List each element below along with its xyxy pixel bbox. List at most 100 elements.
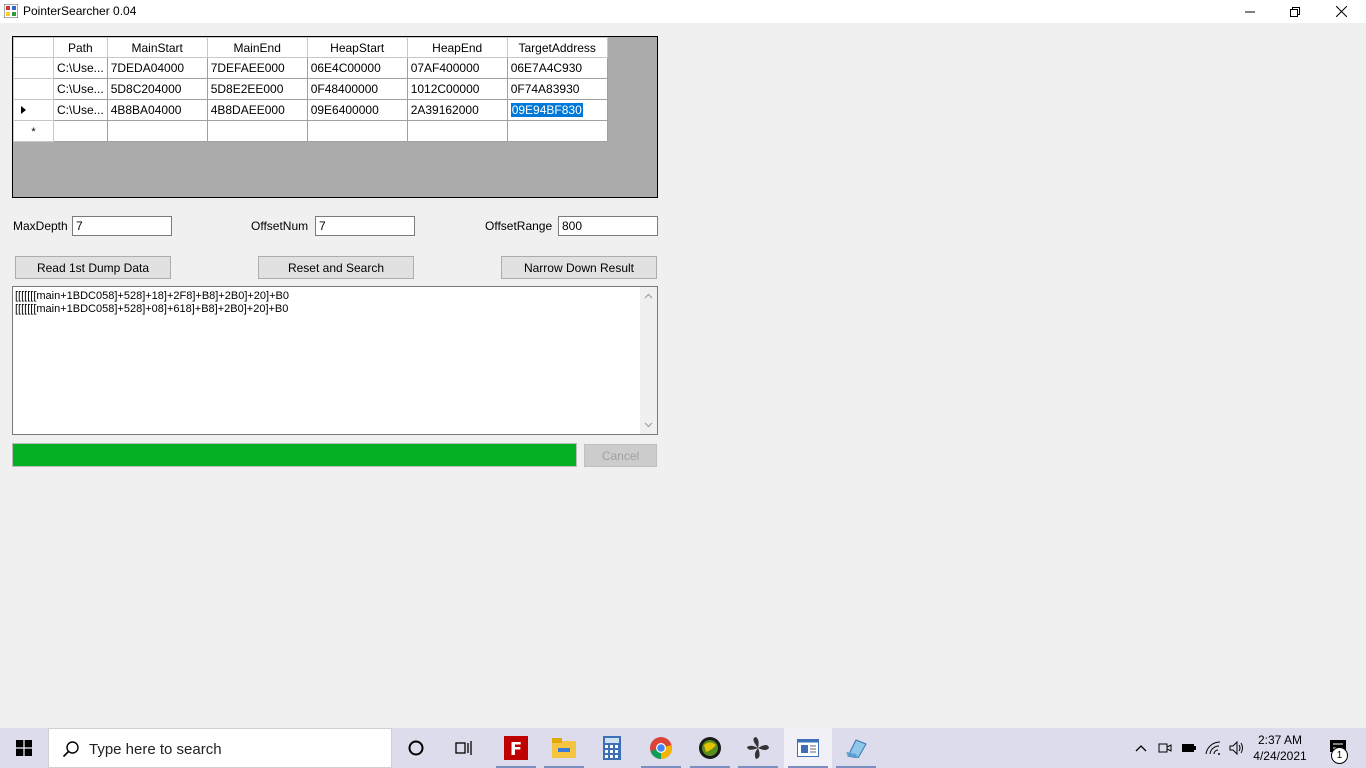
start-button[interactable] xyxy=(0,728,48,768)
new-row[interactable]: * xyxy=(13,120,608,142)
title-bar: PointerSearcher 0.04 xyxy=(0,0,1366,23)
task-view-button[interactable] xyxy=(440,728,488,768)
calculator-icon xyxy=(603,736,621,760)
search-progress-bar xyxy=(12,443,577,467)
grid-cell[interactable] xyxy=(53,120,108,142)
windows-logo-icon xyxy=(16,740,32,756)
taskbar-app-fan[interactable] xyxy=(734,728,782,768)
dump-data-grid[interactable]: Path MainStart MainEnd HeapStart HeapEnd… xyxy=(12,36,658,198)
grid-cell[interactable]: 7DEDA04000 xyxy=(106,57,208,79)
cortana-button[interactable] xyxy=(392,728,440,768)
column-header-mainend[interactable]: MainEnd xyxy=(206,37,308,58)
reset-and-search-button[interactable]: Reset and Search xyxy=(258,256,414,279)
grid-cell[interactable] xyxy=(106,120,208,142)
grid-cell[interactable]: 4B8DAEE000 xyxy=(206,99,308,121)
battery-icon xyxy=(1182,744,1196,752)
grid-cell[interactable]: C:\Use... xyxy=(53,57,108,79)
taskbar-search-box[interactable]: Type here to search xyxy=(48,728,392,768)
cancel-button[interactable]: Cancel xyxy=(584,444,657,467)
taskbar: Type here to search F 2:37 AM 4/24/2021 xyxy=(0,728,1366,768)
search-icon xyxy=(62,741,79,758)
grid-cell[interactable]: 7DEFAEE000 xyxy=(206,57,308,79)
grid-cell[interactable] xyxy=(306,120,408,142)
offset-num-input[interactable] xyxy=(315,216,415,236)
restore-button[interactable] xyxy=(1272,0,1318,23)
row-header[interactable] xyxy=(13,57,54,79)
taskbar-app-file-explorer[interactable] xyxy=(540,728,588,768)
tray-volume[interactable] xyxy=(1226,728,1248,768)
camera-icon xyxy=(1158,743,1172,753)
grid-cell[interactable]: 06E7A4C930 xyxy=(506,57,608,79)
taskbar-clock[interactable]: 2:37 AM 4/24/2021 xyxy=(1246,732,1314,764)
grid-cell[interactable]: C:\Use... xyxy=(53,78,108,100)
scroll-down-icon[interactable] xyxy=(644,420,653,429)
restore-icon xyxy=(1290,6,1300,17)
result-line: [[[[[[[main+1BDC058]+528]+08]+618]+B8]+2… xyxy=(15,303,289,315)
app-icon xyxy=(4,4,18,18)
tray-battery[interactable] xyxy=(1178,728,1200,768)
grid-cell[interactable]: 06E4C00000 xyxy=(306,57,408,79)
grid-cell[interactable]: 0F74A83930 xyxy=(506,78,608,100)
grid-cell[interactable]: 07AF400000 xyxy=(406,57,508,79)
offset-num-label: OffsetNum xyxy=(251,219,309,233)
grid-cell[interactable] xyxy=(506,120,608,142)
row-header[interactable] xyxy=(13,78,54,100)
taskbar-app-chrome[interactable] xyxy=(637,728,685,768)
read-dump-button[interactable]: Read 1st Dump Data xyxy=(15,256,171,279)
table-row-current[interactable]: C:\Use... 4B8BA04000 4B8DAEE000 09E64000… xyxy=(13,99,608,121)
grid-cell-editing[interactable]: 09E94BF830 xyxy=(506,99,608,121)
grid-cell[interactable]: 5D8E2EE000 xyxy=(206,78,308,100)
new-row-marker: * xyxy=(31,126,36,138)
taskbar-app-pointersearcher[interactable] xyxy=(784,728,832,768)
grid-cell[interactable]: 0F48400000 xyxy=(306,78,408,100)
tray-network[interactable] xyxy=(1202,728,1224,768)
result-scrollbar[interactable] xyxy=(640,287,657,434)
close-icon xyxy=(1335,6,1347,17)
current-row-arrow-icon xyxy=(21,106,26,114)
offset-range-input[interactable] xyxy=(558,216,658,236)
taskbar-app-eraser[interactable] xyxy=(832,728,880,768)
narrow-down-button[interactable]: Narrow Down Result xyxy=(501,256,657,279)
table-row[interactable]: C:\Use... 5D8C204000 5D8E2EE000 0F484000… xyxy=(13,78,608,100)
close-button[interactable] xyxy=(1318,0,1364,23)
chrome-icon xyxy=(650,737,672,759)
svg-text:F: F xyxy=(510,739,522,760)
grid-cell[interactable]: 09E6400000 xyxy=(306,99,408,121)
column-header-heapstart[interactable]: HeapStart xyxy=(306,37,408,58)
taskbar-app-calculator[interactable] xyxy=(588,728,636,768)
grid-cell[interactable]: 2A39162000 xyxy=(406,99,508,121)
selected-cell-text[interactable]: 09E94BF830 xyxy=(510,103,583,117)
grid-cell[interactable]: 5D8C204000 xyxy=(106,78,208,100)
grid-cell[interactable]: C:\Use... xyxy=(53,99,108,121)
progress-fill xyxy=(13,444,576,466)
grid-cell[interactable] xyxy=(206,120,308,142)
result-textbox[interactable]: [[[[[[[main+1BDC058]+528]+18]+2F8]+B8]+2… xyxy=(12,286,658,435)
filezilla-icon: F xyxy=(504,736,528,760)
table-row[interactable]: C:\Use... 7DEDA04000 7DEFAEE000 06E4C000… xyxy=(13,57,608,79)
grid-corner-cell[interactable] xyxy=(13,37,54,58)
grid-header-row: Path MainStart MainEnd HeapStart HeapEnd… xyxy=(13,37,608,58)
result-lines: [[[[[[[main+1BDC058]+528]+18]+2F8]+B8]+2… xyxy=(15,290,289,316)
column-header-path[interactable]: Path xyxy=(53,37,108,58)
eraser-icon xyxy=(846,739,867,758)
column-header-targetaddress[interactable]: TargetAddress xyxy=(506,37,608,58)
column-header-heapend[interactable]: HeapEnd xyxy=(406,37,508,58)
grid-cell[interactable]: 4B8BA04000 xyxy=(106,99,208,121)
globe-app-icon xyxy=(699,737,721,759)
column-header-mainstart[interactable]: MainStart xyxy=(106,37,208,58)
new-row-header[interactable]: * xyxy=(13,120,54,142)
scroll-up-icon[interactable] xyxy=(644,292,653,301)
window-title: PointerSearcher 0.04 xyxy=(23,4,137,18)
taskbar-app-filezilla[interactable]: F xyxy=(492,728,540,768)
grid-cell[interactable] xyxy=(406,120,508,142)
taskbar-app-globe[interactable] xyxy=(686,728,734,768)
folder-icon xyxy=(552,738,576,758)
row-header-current[interactable] xyxy=(13,99,54,121)
show-hidden-icons-button[interactable] xyxy=(1130,728,1152,768)
tray-meet-now[interactable] xyxy=(1154,728,1176,768)
max-depth-label: MaxDepth xyxy=(13,219,68,233)
cortana-icon xyxy=(408,740,424,756)
minimize-button[interactable] xyxy=(1227,0,1273,23)
max-depth-input[interactable] xyxy=(72,216,172,236)
grid-cell[interactable]: 1012C00000 xyxy=(406,78,508,100)
